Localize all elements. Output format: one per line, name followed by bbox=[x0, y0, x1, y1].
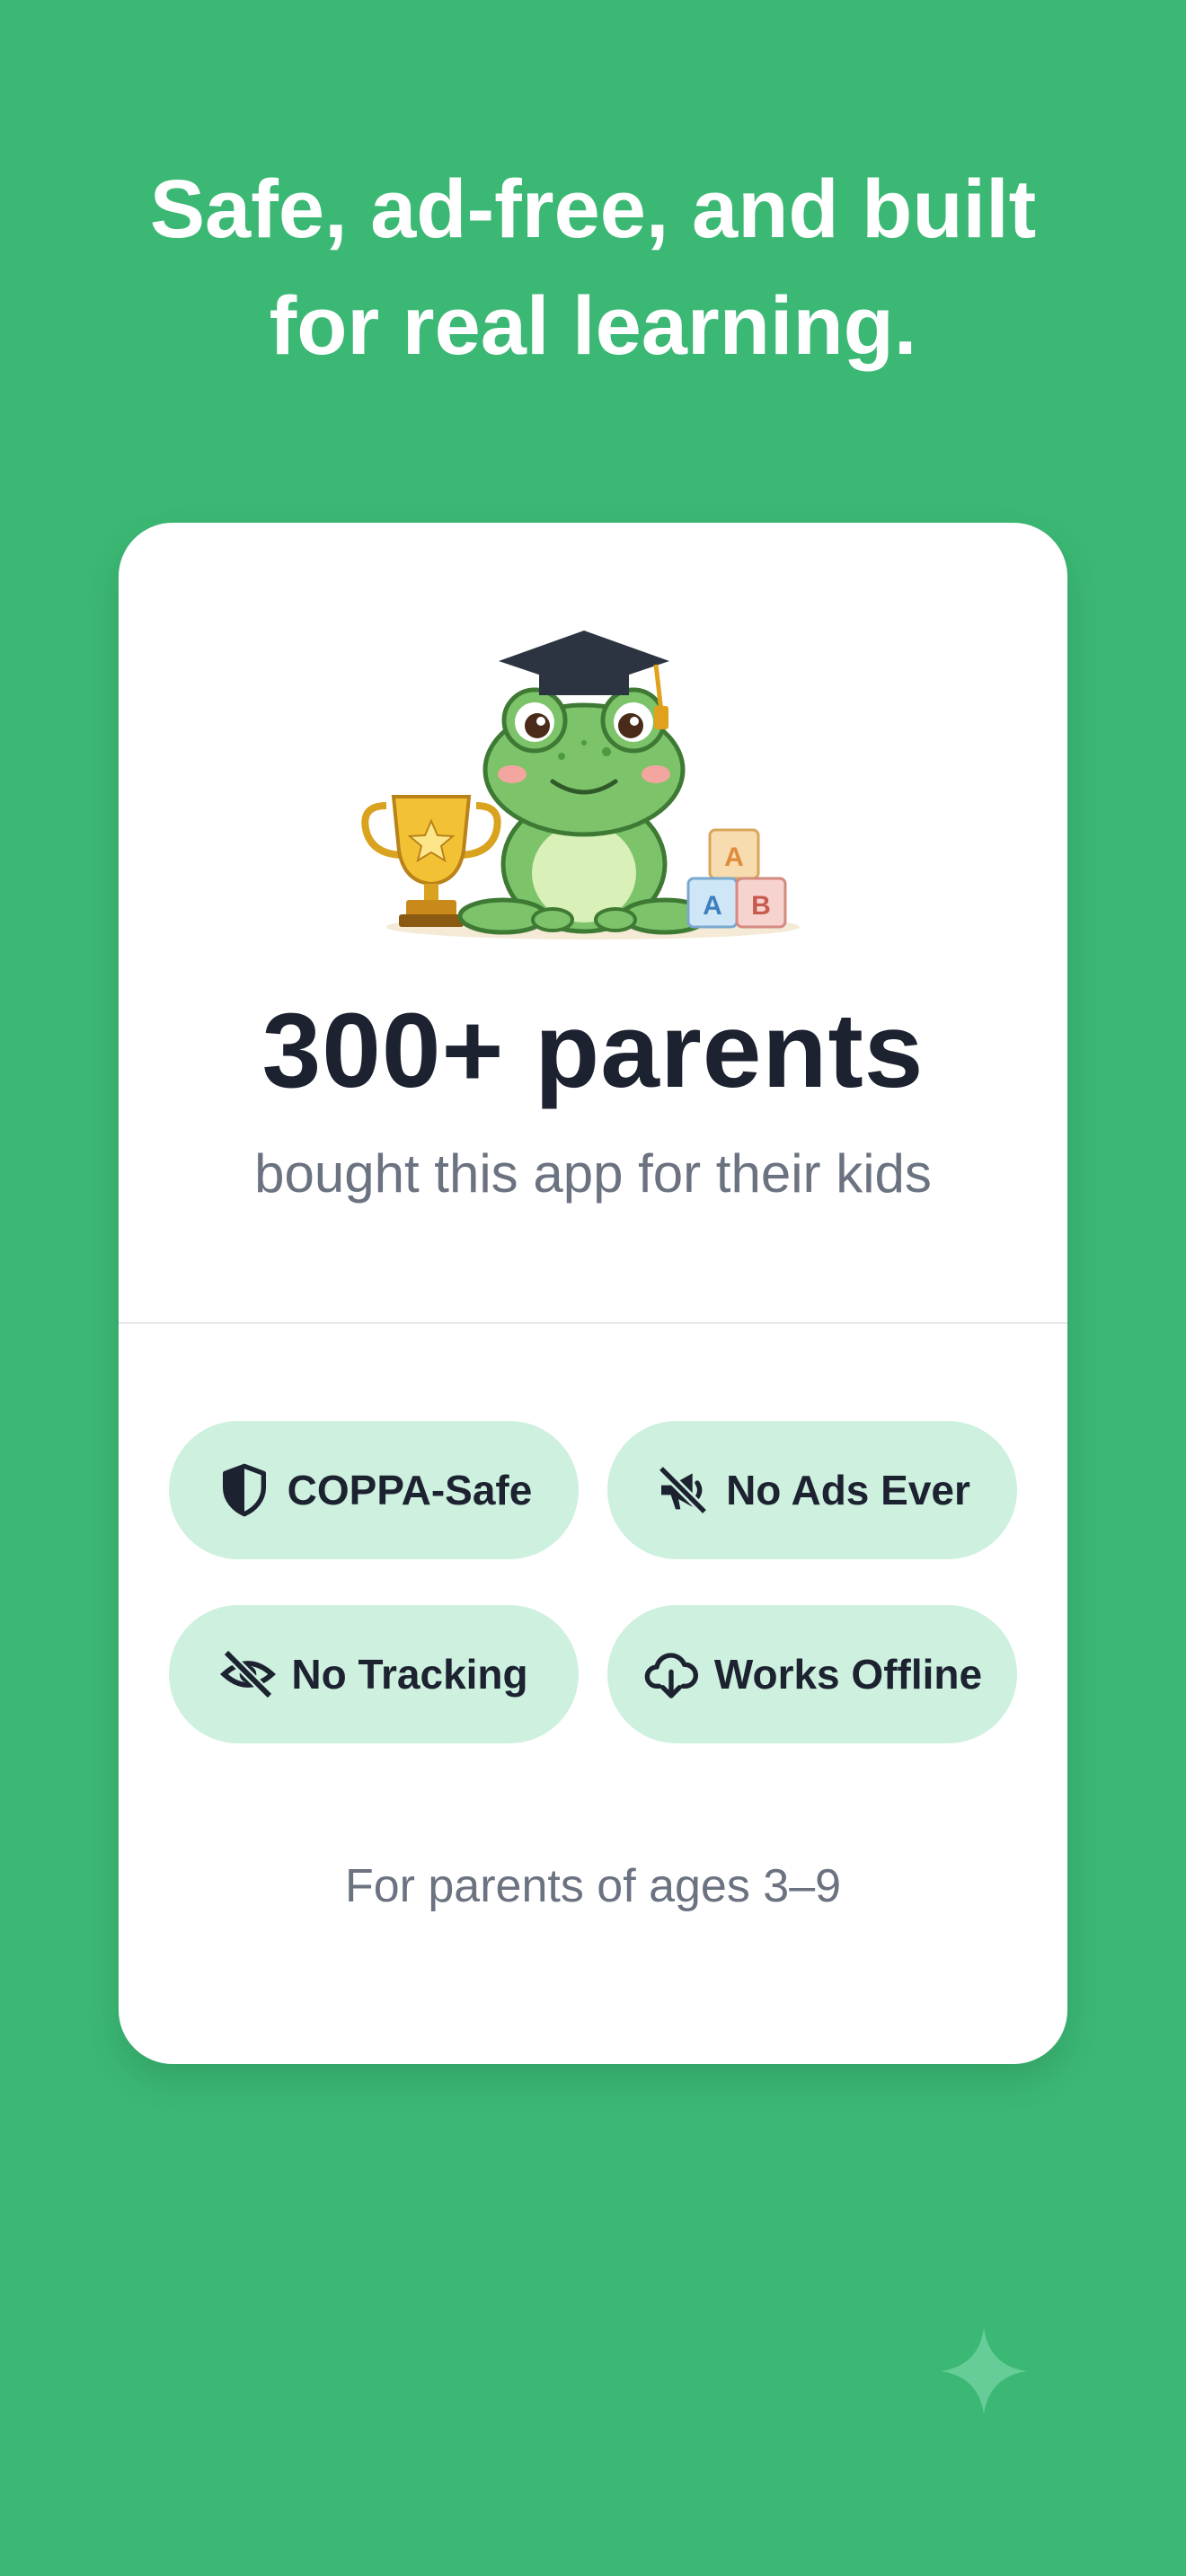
badge-coppa-safe: COPPA-Safe bbox=[169, 1421, 579, 1559]
headline: Safe, ad-free, and built for real learni… bbox=[0, 151, 1186, 384]
cloud-download-icon bbox=[644, 1653, 698, 1698]
frog-illustration: A A B bbox=[119, 631, 1067, 954]
badge-works-offline: Works Offline bbox=[607, 1605, 1017, 1743]
eye-off-icon bbox=[220, 1649, 277, 1699]
card-divider bbox=[119, 1322, 1067, 1324]
badge-label: COPPA-Safe bbox=[287, 1467, 533, 1513]
ages-note: For parents of ages 3–9 bbox=[344, 1860, 842, 1912]
badge-no-tracking: No Tracking bbox=[169, 1605, 579, 1743]
svg-text:A: A bbox=[724, 842, 744, 872]
sparkle-icon bbox=[941, 2328, 1027, 2414]
parents-subtitle: bought this app for their kids bbox=[254, 1143, 932, 1204]
svg-text:A: A bbox=[703, 891, 722, 921]
headline-line-1: Safe, ad-free, and built bbox=[149, 163, 1037, 255]
shield-icon bbox=[222, 1463, 266, 1517]
social-proof-card: A A B 300+ parents bought this app for t… bbox=[119, 523, 1067, 2064]
frog-graduate-icon: A A B bbox=[361, 631, 800, 940]
parents-count: 300+ parents bbox=[261, 992, 925, 1110]
badge-label: Works Offline bbox=[713, 1651, 983, 1698]
headline-line-2: for real learning. bbox=[269, 280, 917, 372]
svg-text:B: B bbox=[751, 891, 771, 921]
badge-label: No Ads Ever bbox=[726, 1467, 970, 1513]
badge-label: No Tracking bbox=[291, 1651, 528, 1698]
badge-no-ads: No Ads Ever bbox=[607, 1421, 1017, 1559]
abc-blocks-icon: A A B bbox=[686, 828, 787, 929]
megaphone-off-icon bbox=[658, 1465, 708, 1515]
